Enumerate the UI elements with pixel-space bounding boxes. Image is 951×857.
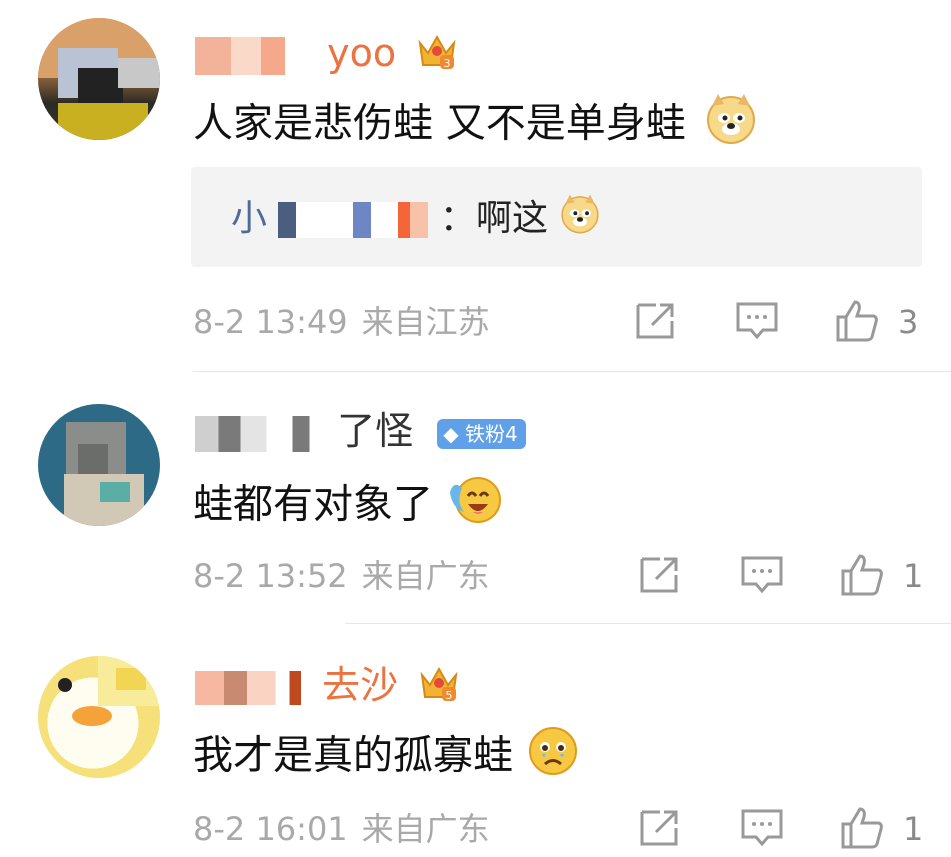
comment-icon[interactable]: [735, 301, 779, 341]
comment-text: 我才是真的孤寡蛙: [193, 724, 580, 791]
comment-item: yoo 3 人家是悲伤蛙 又不是单身蛙 小 ：啊这 8-2 13:49 来自江苏 …: [0, 0, 951, 372]
doge-emoji-icon: [559, 193, 601, 247]
share-icon[interactable]: [638, 555, 682, 595]
comment-meta: 8-2 13:49 来自江苏: [193, 302, 490, 342]
fan-badge[interactable]: ◆ 铁粉4: [437, 418, 526, 449]
timestamp: 8-2 13:52: [193, 557, 348, 595]
like-count: 1: [903, 810, 924, 848]
doge-emoji-icon: [704, 92, 758, 159]
comment-item: 了怪 ◆ 铁粉4 蛙都有对象了 8-2 13:52 来自广东 1: [0, 372, 951, 624]
like-count: 3: [898, 303, 919, 341]
timestamp: 8-2 13:49: [193, 303, 348, 341]
comment-icon[interactable]: [740, 555, 784, 595]
username-mosaic: [195, 36, 315, 75]
comment-item: 去沙 5 我才是真的孤寡蛙 8-2 16:01 来自广东 1: [0, 624, 951, 857]
like-icon[interactable]: [835, 299, 879, 342]
like-count: 1: [903, 557, 924, 595]
avatar[interactable]: [38, 404, 160, 526]
username[interactable]: 去沙 5: [195, 662, 460, 713]
laughing-emoji-icon: [446, 472, 506, 541]
share-icon[interactable]: [634, 301, 678, 341]
sad-emoji-icon: [526, 724, 580, 791]
reply-preview[interactable]: 小 ：啊这: [191, 167, 922, 267]
username[interactable]: yoo 3: [195, 30, 458, 81]
comment-meta: 8-2 13:52 来自广东: [193, 556, 490, 596]
location: 来自广东: [361, 557, 490, 595]
svg-text:3: 3: [444, 57, 451, 70]
crown-icon: 5: [418, 663, 460, 713]
like-icon[interactable]: [840, 806, 884, 849]
avatar[interactable]: [38, 18, 160, 140]
username-mosaic: [195, 415, 325, 452]
crown-icon: 3: [416, 31, 458, 81]
username-mosaic: [278, 202, 429, 238]
avatar[interactable]: [38, 656, 160, 778]
svg-text:5: 5: [446, 689, 453, 702]
username[interactable]: 了怪 ◆ 铁粉4: [195, 408, 526, 454]
timestamp: 8-2 16:01: [193, 810, 348, 848]
comment-icon[interactable]: [740, 808, 784, 848]
share-icon[interactable]: [638, 808, 682, 848]
comment-text: 人家是悲伤蛙 又不是单身蛙: [193, 92, 758, 159]
location: 来自广东: [361, 810, 490, 848]
location: 来自江苏: [361, 303, 490, 341]
comment-text: 蛙都有对象了: [193, 472, 506, 541]
reply-username[interactable]: 小: [231, 198, 267, 239]
comment-meta: 8-2 16:01 来自广东: [193, 809, 490, 849]
like-icon[interactable]: [840, 553, 884, 596]
username-mosaic: [195, 670, 310, 705]
